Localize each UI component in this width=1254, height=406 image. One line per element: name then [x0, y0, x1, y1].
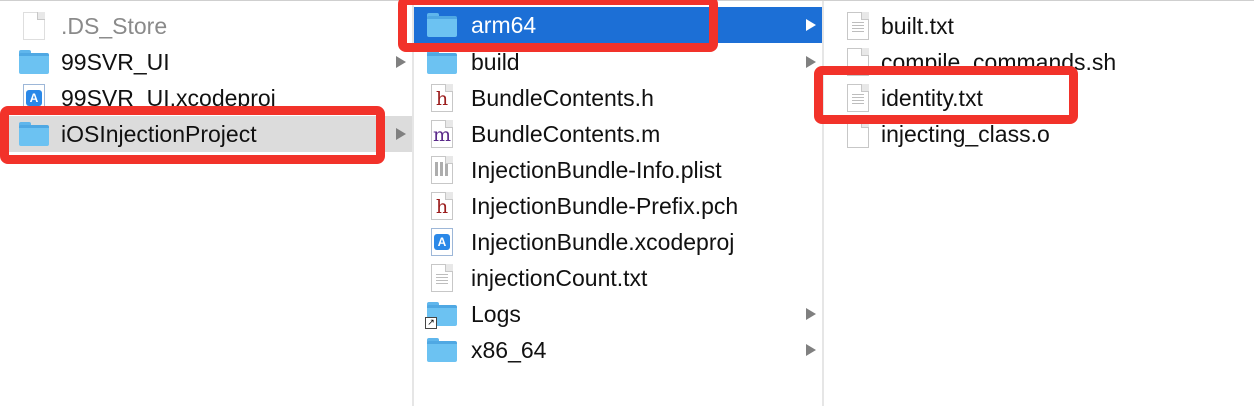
- item-label: arm64: [471, 11, 537, 38]
- folder-alias-icon: ↗: [425, 299, 458, 329]
- item-label: InjectionBundle.xcodeproj: [471, 228, 735, 255]
- disclosure-arrow-icon: [806, 19, 816, 31]
- item-label: InjectionBundle-Info.plist: [471, 156, 722, 183]
- finder-column-1[interactable]: .DS_Store 99SVR_UI A 99SVR_UI.xcodeproj …: [0, 1, 412, 406]
- list-item-99svr-ui[interactable]: 99SVR_UI: [0, 44, 412, 80]
- header-file-icon: h: [426, 191, 458, 221]
- item-label: 99SVR_UI.xcodeproj: [61, 84, 276, 111]
- plist-file-icon: [426, 155, 458, 185]
- item-label: Logs: [471, 300, 521, 327]
- item-label: InjectionBundle-Prefix.pch: [471, 192, 739, 219]
- folder-icon: [426, 47, 458, 77]
- list-item-identity-txt[interactable]: identity.txt: [824, 80, 1254, 116]
- list-item-build[interactable]: build: [414, 44, 822, 80]
- xcodeproj-icon: A: [18, 83, 50, 113]
- folder-icon: [426, 335, 458, 365]
- text-file-icon: [842, 83, 874, 113]
- list-item-logs[interactable]: ↗ Logs: [414, 296, 822, 332]
- item-label: 99SVR_UI: [61, 48, 170, 75]
- list-item-99svr-ui-xcodeproj[interactable]: A 99SVR_UI.xcodeproj: [0, 80, 412, 116]
- item-label: built.txt: [881, 12, 954, 39]
- xcodeproj-icon: A: [426, 227, 458, 257]
- item-label: identity.txt: [881, 84, 983, 111]
- list-item-x86-64[interactable]: x86_64: [414, 332, 822, 368]
- document-icon: [18, 11, 50, 41]
- list-item-built-txt[interactable]: built.txt: [824, 8, 1254, 44]
- list-item-bundlecontents-h[interactable]: h BundleContents.h: [414, 80, 822, 116]
- header-file-icon: h: [426, 83, 458, 113]
- list-item-injecting-class-o[interactable]: injecting_class.o: [824, 116, 1254, 152]
- list-item-injectioncount-txt[interactable]: injectionCount.txt: [414, 260, 822, 296]
- list-item-injectionbundle-info-plist[interactable]: InjectionBundle-Info.plist: [414, 152, 822, 188]
- item-label: build: [471, 48, 520, 75]
- list-item-injectionbundle-xcodeproj[interactable]: A InjectionBundle.xcodeproj: [414, 224, 822, 260]
- folder-icon: [426, 10, 458, 40]
- item-label: injecting_class.o: [881, 120, 1050, 147]
- disclosure-arrow-icon: [806, 56, 816, 68]
- text-file-icon: [426, 263, 458, 293]
- document-icon: [842, 119, 874, 149]
- list-item-injectionbundle-prefix-pch[interactable]: h InjectionBundle-Prefix.pch: [414, 188, 822, 224]
- item-label: x86_64: [471, 336, 547, 363]
- text-file-icon: [842, 11, 874, 41]
- disclosure-arrow-icon: [396, 128, 406, 140]
- item-label: compile_commands.sh: [881, 48, 1117, 75]
- list-item-bundlecontents-m[interactable]: m BundleContents.m: [414, 116, 822, 152]
- item-label: BundleContents.h: [471, 84, 654, 111]
- document-icon: [842, 47, 874, 77]
- list-item-compile-commands-sh[interactable]: compile_commands.sh: [824, 44, 1254, 80]
- list-item-ds-store[interactable]: .DS_Store: [0, 8, 412, 44]
- disclosure-arrow-icon: [396, 56, 406, 68]
- item-label: iOSInjectionProject: [61, 120, 257, 147]
- disclosure-arrow-icon: [806, 344, 816, 356]
- objc-file-icon: m: [426, 119, 458, 149]
- finder-column-2[interactable]: arm64 build h BundleContents.h m BundleC…: [414, 1, 822, 406]
- finder-column-3[interactable]: built.txt compile_commands.sh identity.t…: [824, 1, 1254, 406]
- disclosure-arrow-icon: [806, 308, 816, 320]
- item-label: injectionCount.txt: [471, 264, 648, 291]
- item-label: .DS_Store: [61, 12, 168, 39]
- list-item-iosinjectionproject[interactable]: iOSInjectionProject: [0, 116, 412, 152]
- folder-icon: [18, 119, 50, 149]
- list-item-arm64[interactable]: arm64: [414, 7, 822, 43]
- item-label: BundleContents.m: [471, 120, 661, 147]
- folder-icon: [18, 47, 50, 77]
